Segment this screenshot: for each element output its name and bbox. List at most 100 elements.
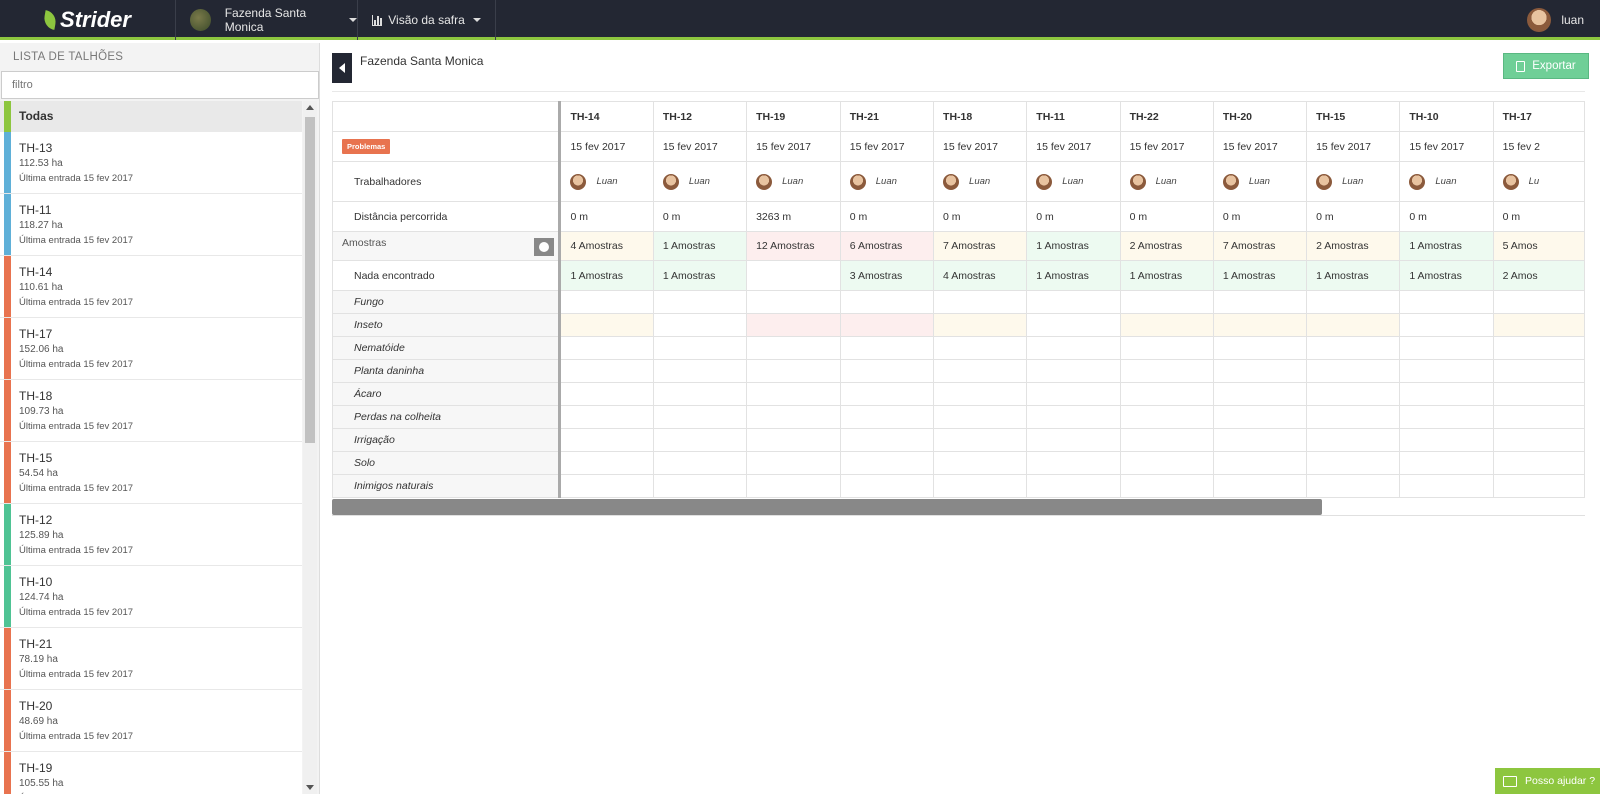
nothing-found-cell[interactable] [746,260,841,291]
export-button[interactable]: Exportar [1503,53,1589,79]
category-cell[interactable] [839,359,935,383]
category-cell[interactable] [1306,382,1401,406]
category-cell[interactable] [746,405,841,429]
category-cell[interactable] [1119,382,1214,406]
nothing-found-cell[interactable]: 1 Amostras [1212,260,1308,291]
category-cell[interactable] [746,382,841,406]
category-cell[interactable] [1119,474,1214,498]
category-cell[interactable] [1399,336,1494,360]
category-cell[interactable] [933,290,1028,314]
samples-cell[interactable]: 6 Amostras [839,231,935,261]
category-cell[interactable] [933,451,1028,475]
clock-icon[interactable] [534,237,555,256]
category-cell[interactable] [1026,336,1121,360]
category-cell[interactable] [1492,382,1585,406]
category-cell[interactable] [1399,451,1494,475]
help-chat-button[interactable]: Posso ajudar ? [1495,768,1600,794]
category-cell[interactable] [1399,474,1494,498]
category-cell[interactable] [839,382,935,406]
category-cell[interactable] [933,359,1028,383]
category-cell[interactable] [652,359,748,383]
category-cell[interactable] [1492,451,1585,475]
category-cell[interactable] [1306,428,1401,452]
sidebar-item-th-11[interactable]: TH-11 118.27 ha Última entrada 15 fev 2017 [0,194,302,256]
category-cell[interactable] [746,451,841,475]
samples-cell[interactable]: 4 Amostras [559,231,654,261]
category-cell[interactable] [1026,359,1121,383]
category-cell[interactable] [1306,336,1401,360]
category-cell[interactable] [1026,451,1121,475]
column-header[interactable]: TH-11 [1026,101,1121,132]
category-cell[interactable] [652,382,748,406]
category-cell[interactable] [559,290,654,314]
category-cell[interactable] [1119,290,1214,314]
category-cell[interactable] [746,336,841,360]
category-cell[interactable] [1119,451,1214,475]
samples-cell[interactable]: 7 Amostras [933,231,1028,261]
category-cell[interactable] [1399,382,1494,406]
category-cell[interactable] [746,474,841,498]
category-cell[interactable] [839,451,935,475]
category-cell[interactable] [559,405,654,429]
category-cell[interactable] [1306,290,1401,314]
horizontal-scrollbar[interactable] [332,499,1322,515]
column-header[interactable]: TH-22 [1119,101,1214,132]
sidebar-item-all[interactable]: Todas [0,101,302,132]
category-cell[interactable] [1026,382,1121,406]
category-cell[interactable] [839,290,935,314]
filter-input[interactable] [1,71,319,99]
category-cell[interactable] [839,474,935,498]
scroll-up-icon[interactable] [306,105,314,110]
sidebar-item-th-20[interactable]: TH-20 48.69 ha Última entrada 15 fev 2017 [0,690,302,752]
category-cell[interactable] [1119,405,1214,429]
category-cell[interactable] [1492,474,1585,498]
category-cell[interactable] [652,474,748,498]
category-cell[interactable] [1119,313,1214,337]
samples-cell[interactable]: 5 Amos [1492,231,1585,261]
column-header[interactable]: TH-20 [1212,101,1308,132]
scrollbar-thumb[interactable] [305,117,315,443]
sidebar-item-th-13[interactable]: TH-13 112.53 ha Última entrada 15 fev 2017 [0,132,302,194]
category-cell[interactable] [652,336,748,360]
column-header[interactable]: TH-15 [1306,101,1401,132]
samples-cell[interactable]: 12 Amostras [746,231,841,261]
samples-cell[interactable]: 1 Amostras [1026,231,1121,261]
column-header[interactable]: TH-12 [652,101,748,132]
collapse-sidebar-button[interactable] [332,53,352,83]
category-cell[interactable] [933,313,1028,337]
samples-cell[interactable]: 1 Amostras [652,231,748,261]
category-cell[interactable] [1212,313,1308,337]
category-cell[interactable] [1399,428,1494,452]
category-cell[interactable] [559,359,654,383]
category-cell[interactable] [1212,451,1308,475]
category-cell[interactable] [1306,313,1401,337]
samples-cell[interactable]: 7 Amostras [1212,231,1308,261]
category-cell[interactable] [1212,405,1308,429]
category-cell[interactable] [559,382,654,406]
category-cell[interactable] [1306,474,1401,498]
category-cell[interactable] [1212,336,1308,360]
category-cell[interactable] [839,313,935,337]
category-cell[interactable] [1492,428,1585,452]
sidebar-scrollbar[interactable] [303,101,317,794]
nothing-found-cell[interactable]: 1 Amostras [1026,260,1121,291]
sidebar-item-th-18[interactable]: TH-18 109.73 ha Última entrada 15 fev 2017 [0,380,302,442]
nothing-found-cell[interactable]: 1 Amostras [652,260,748,291]
samples-cell[interactable]: 2 Amostras [1306,231,1401,261]
category-cell[interactable] [1399,313,1494,337]
category-cell[interactable] [746,428,841,452]
nothing-found-cell[interactable]: 1 Amostras [559,260,654,291]
samples-cell[interactable]: 1 Amostras [1399,231,1494,261]
category-cell[interactable] [839,336,935,360]
category-cell[interactable] [1212,428,1308,452]
category-cell[interactable] [1026,405,1121,429]
column-header[interactable]: TH-21 [839,101,935,132]
category-cell[interactable] [933,428,1028,452]
category-cell[interactable] [839,428,935,452]
column-header[interactable]: TH-14 [559,101,654,132]
strider-logo[interactable]: Strider [0,0,176,40]
category-cell[interactable] [559,428,654,452]
category-cell[interactable] [1306,359,1401,383]
user-menu[interactable]: luan [1527,0,1584,40]
category-cell[interactable] [652,405,748,429]
